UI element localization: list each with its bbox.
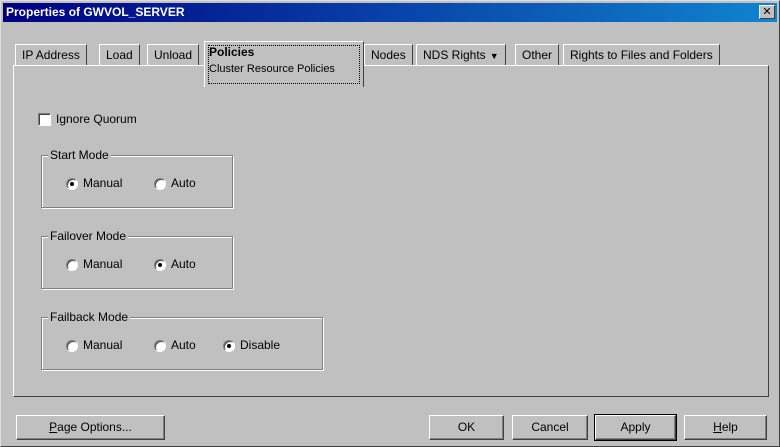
apply-button[interactable]: Apply: [594, 414, 677, 441]
radio-label: Auto: [171, 338, 196, 352]
radio-button[interactable]: [154, 259, 166, 271]
tab-label: Rights to Files and Folders: [570, 48, 713, 62]
button-label: Cancel: [531, 420, 569, 434]
properties-dialog: Properties of GWVOL_SERVER ✕ IP Address …: [0, 0, 780, 447]
tab-load[interactable]: Load: [99, 44, 140, 66]
close-icon: ✕: [762, 6, 772, 18]
tab-subtitle: Cluster Resource Policies: [209, 63, 335, 75]
radio-label: Manual: [83, 257, 123, 271]
failback-mode-title: Failback Mode: [48, 310, 131, 324]
ignore-quorum-label: Ignore Quorum: [56, 112, 137, 126]
radio-label: Manual: [83, 176, 123, 190]
radio-button[interactable]: [154, 340, 166, 352]
tab-label: IP Address: [22, 48, 80, 62]
tab-label: Load: [106, 48, 133, 62]
triangle-down-icon: ▼: [489, 51, 499, 61]
failback-mode-group: Failback Mode Manual Auto Disable: [41, 310, 323, 370]
radio-button[interactable]: [66, 340, 78, 352]
radio-button[interactable]: [154, 178, 166, 190]
checkbox-box[interactable]: [38, 113, 51, 126]
tab-label: Policies: [209, 45, 255, 59]
failover-mode-title: Failover Mode: [48, 229, 129, 243]
radio-button[interactable]: [66, 259, 78, 271]
start-mode-title: Start Mode: [48, 148, 111, 162]
tab-label: NDS Rights: [423, 48, 486, 62]
window-title: Properties of GWVOL_SERVER: [6, 5, 185, 19]
button-label: Apply: [620, 420, 651, 434]
title-bar[interactable]: Properties of GWVOL_SERVER ✕: [3, 3, 777, 22]
close-button[interactable]: ✕: [759, 5, 775, 19]
button-label: Help: [713, 420, 738, 434]
tab-ip-address[interactable]: IP Address: [15, 44, 87, 66]
radio-label: Auto: [171, 176, 196, 190]
radio-label: Disable: [240, 338, 281, 352]
page-options-button[interactable]: Page Options...: [16, 415, 165, 440]
tab-rights-to-files-and-folders[interactable]: Rights to Files and Folders: [563, 44, 720, 66]
tab-other[interactable]: Other: [515, 44, 560, 66]
radio-label: Manual: [83, 338, 123, 352]
failover-mode-group: Failover Mode Manual Auto: [41, 229, 233, 289]
radio-label: Auto: [171, 257, 196, 271]
start-mode-group: Start Mode Manual Auto: [41, 148, 233, 208]
button-label: OK: [457, 420, 476, 434]
tab-nodes[interactable]: Nodes: [364, 44, 413, 66]
cancel-button[interactable]: Cancel: [512, 415, 588, 440]
tab-label: Other: [522, 48, 553, 62]
policies-panel: Ignore Quorum Start Mode Manual Auto Fai…: [13, 65, 769, 397]
ok-button[interactable]: OK: [429, 415, 504, 440]
tab-policies[interactable]: Policies Cluster Resource Policies: [204, 41, 364, 87]
tab-label: Nodes: [371, 48, 406, 62]
radio-button[interactable]: [66, 178, 78, 190]
tab-unload[interactable]: Unload: [147, 44, 200, 66]
help-button[interactable]: Help: [684, 415, 767, 440]
button-label: Page Options...: [49, 420, 132, 434]
tab-label: Unload: [154, 48, 193, 62]
tab-nds-rights[interactable]: NDS Rights ▼: [416, 44, 506, 66]
radio-button[interactable]: [223, 340, 235, 352]
